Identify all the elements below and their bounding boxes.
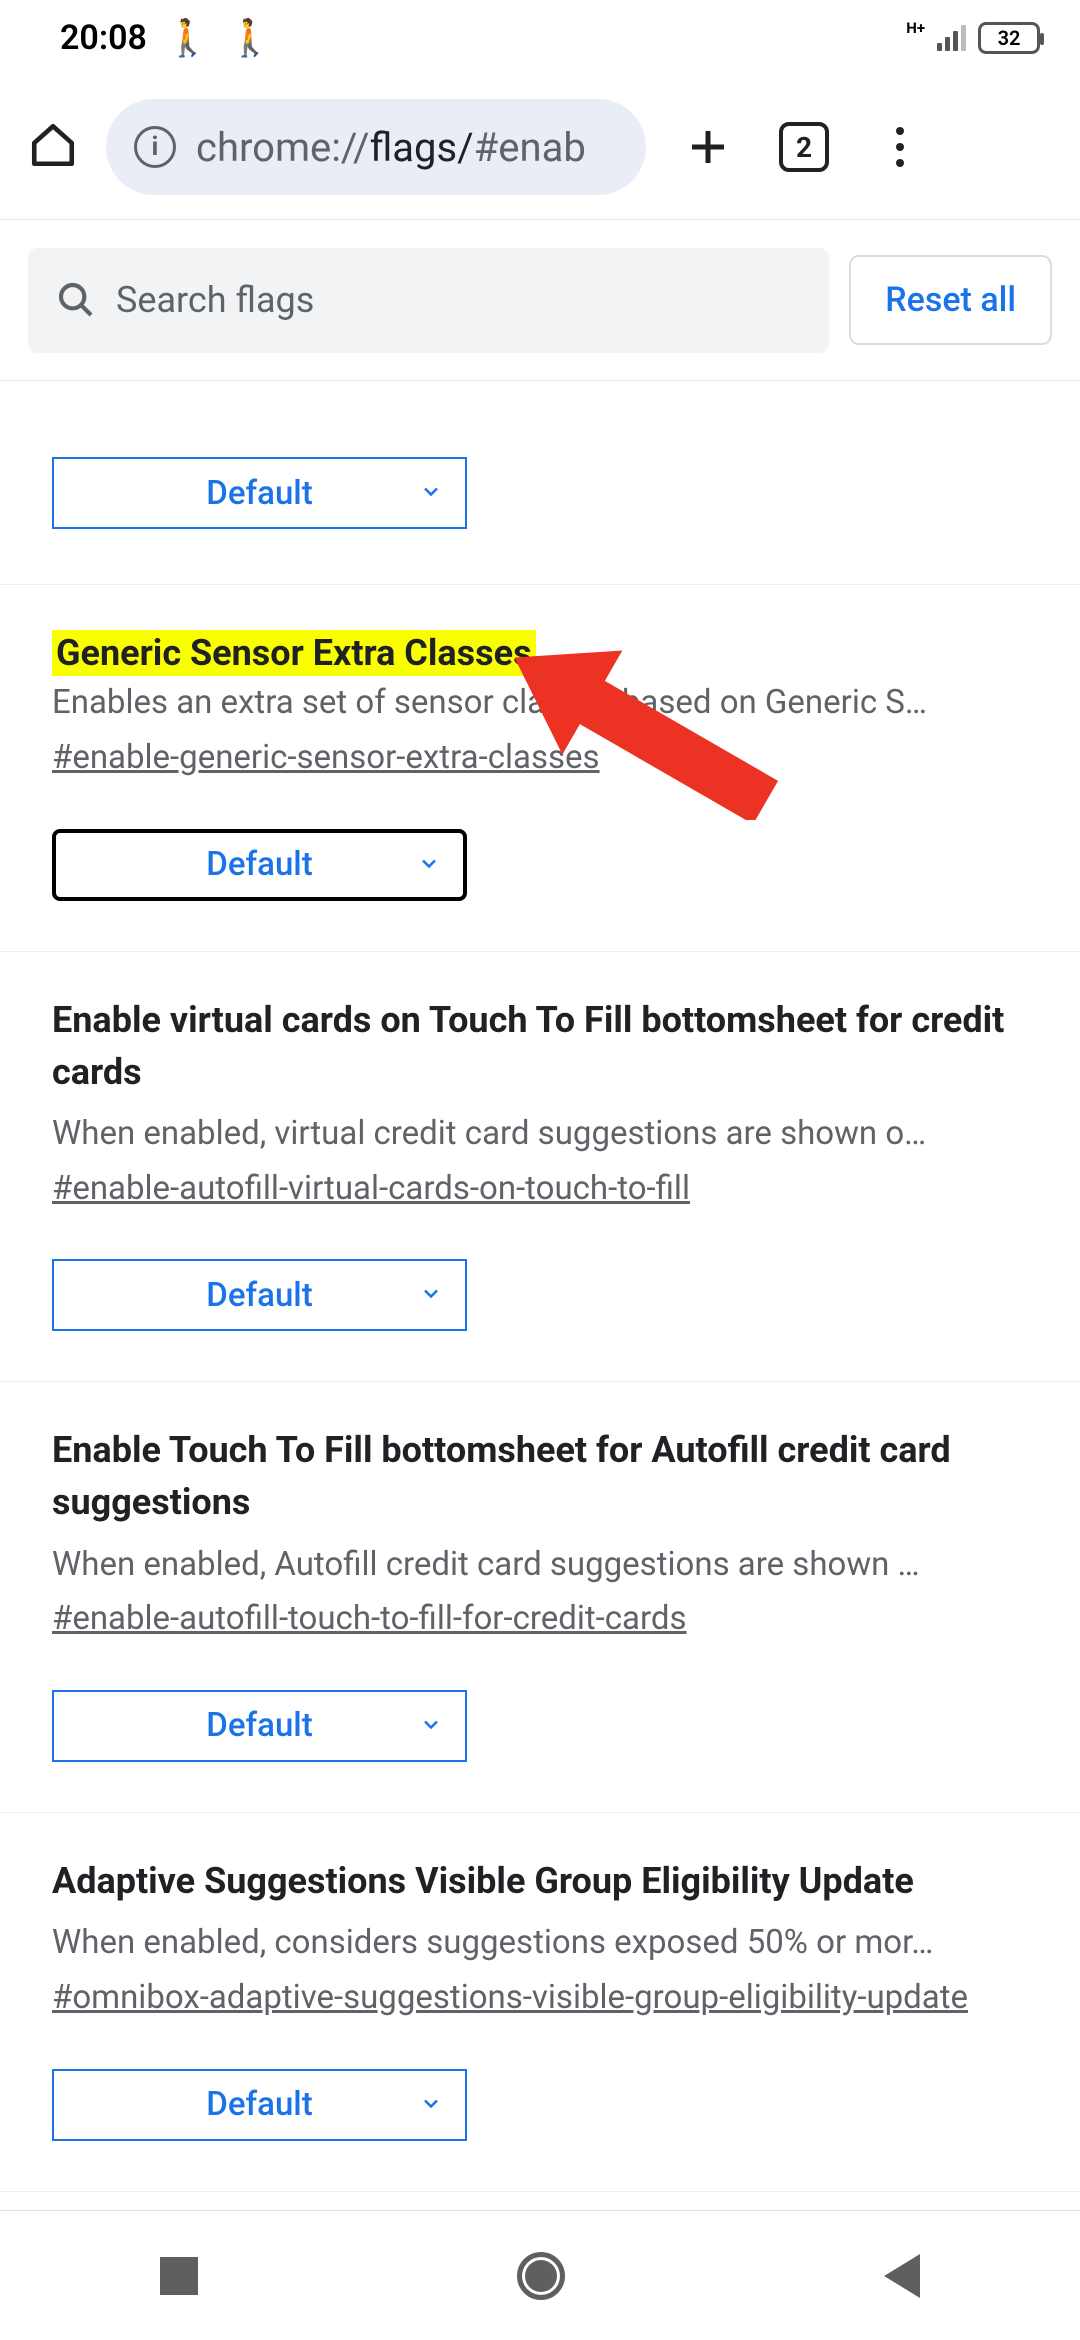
chevron-down-icon: [419, 1276, 443, 1315]
nav-home-button[interactable]: [517, 2252, 565, 2300]
pedestrian-icon: 🚶: [165, 17, 210, 59]
dropdown-value: Default: [206, 474, 312, 513]
flag-item: Generic Sensor Extra Classes Enables an …: [0, 585, 1080, 952]
flags-search-row: Search flags Reset all: [0, 220, 1080, 380]
flag-hash-link[interactable]: #enable-autofill-touch-to-fill-for-credi…: [52, 1594, 687, 1644]
flag-dropdown[interactable]: Default: [52, 1690, 467, 1762]
flag-dropdown[interactable]: Default: [52, 2069, 467, 2141]
search-flags-input[interactable]: Search flags: [28, 248, 829, 353]
battery-percent: 32: [998, 26, 1021, 50]
flag-item: Adaptive Suggestions Visible Group Eligi…: [0, 1813, 1080, 2192]
browser-toolbar: i chrome://flags/#enab 2: [0, 75, 1080, 220]
site-info-icon[interactable]: i: [134, 126, 176, 168]
dropdown-value: Default: [206, 845, 312, 884]
flag-description: When enabled, Autofill credit card sugge…: [52, 1541, 1028, 1589]
new-tab-button[interactable]: [674, 123, 742, 171]
flag-hash-link[interactable]: #enable-autofill-virtual-cards-on-touch-…: [52, 1164, 690, 1214]
flag-hash-link[interactable]: #enable-generic-sensor-extra-classes: [52, 733, 600, 783]
flag-description: When enabled, virtual credit card sugges…: [52, 1110, 1028, 1158]
status-bar: 20:08 🚶 🚶 H+ 32: [0, 0, 1080, 75]
flag-item: Default: [0, 381, 1080, 585]
flag-hash-link[interactable]: #omnibox-adaptive-suggestions-visible-gr…: [52, 1973, 968, 2023]
flag-dropdown[interactable]: Default: [52, 457, 467, 529]
battery-icon: 32: [978, 22, 1040, 54]
flag-title: Enable virtual cards on Touch To Fill bo…: [52, 994, 1028, 1098]
chevron-down-icon: [417, 845, 441, 884]
dropdown-value: Default: [206, 2085, 312, 2124]
reset-all-button[interactable]: Reset all: [849, 255, 1052, 345]
tab-switcher-button[interactable]: 2: [770, 122, 838, 172]
flag-dropdown[interactable]: Default: [52, 1259, 467, 1331]
nav-recent-button[interactable]: [160, 2257, 198, 2295]
pedestrian-icon: 🚶: [228, 17, 273, 59]
status-time: 20:08: [60, 18, 147, 58]
dropdown-value: Default: [206, 1706, 312, 1745]
dropdown-value: Default: [206, 1276, 312, 1315]
chevron-down-icon: [419, 2085, 443, 2124]
system-navbar: [0, 2210, 1080, 2340]
flag-item: Enable Touch To Fill bottomsheet for Aut…: [0, 1382, 1080, 1813]
overflow-menu-button[interactable]: [866, 123, 934, 171]
nav-back-button[interactable]: [884, 2254, 920, 2298]
url-text: chrome://flags/#enab: [196, 124, 586, 171]
flags-list[interactable]: Default Generic Sensor Extra Classes Ena…: [0, 380, 1080, 2210]
tab-count: 2: [796, 131, 812, 164]
home-button[interactable]: [28, 120, 78, 174]
flag-title: Enable Touch To Fill bottomsheet for Aut…: [52, 1424, 1028, 1528]
flag-title: Generic Sensor Extra Classes: [52, 630, 536, 676]
flag-title: Adaptive Suggestions Visible Group Eligi…: [52, 1855, 1028, 1907]
chevron-down-icon: [419, 474, 443, 513]
flag-description: When enabled, considers suggestions expo…: [52, 1919, 1028, 1967]
search-placeholder: Search flags: [116, 279, 314, 321]
omnibox[interactable]: i chrome://flags/#enab: [106, 99, 646, 195]
search-icon: [56, 280, 96, 320]
flag-dropdown[interactable]: Default: [52, 829, 467, 901]
signal-icon: [937, 25, 966, 51]
chevron-down-icon: [419, 1706, 443, 1745]
network-type: H+: [906, 19, 925, 37]
flag-item: Enable virtual cards on Touch To Fill bo…: [0, 952, 1080, 1383]
flag-description: Enables an extra set of sensor classes b…: [52, 679, 1028, 727]
